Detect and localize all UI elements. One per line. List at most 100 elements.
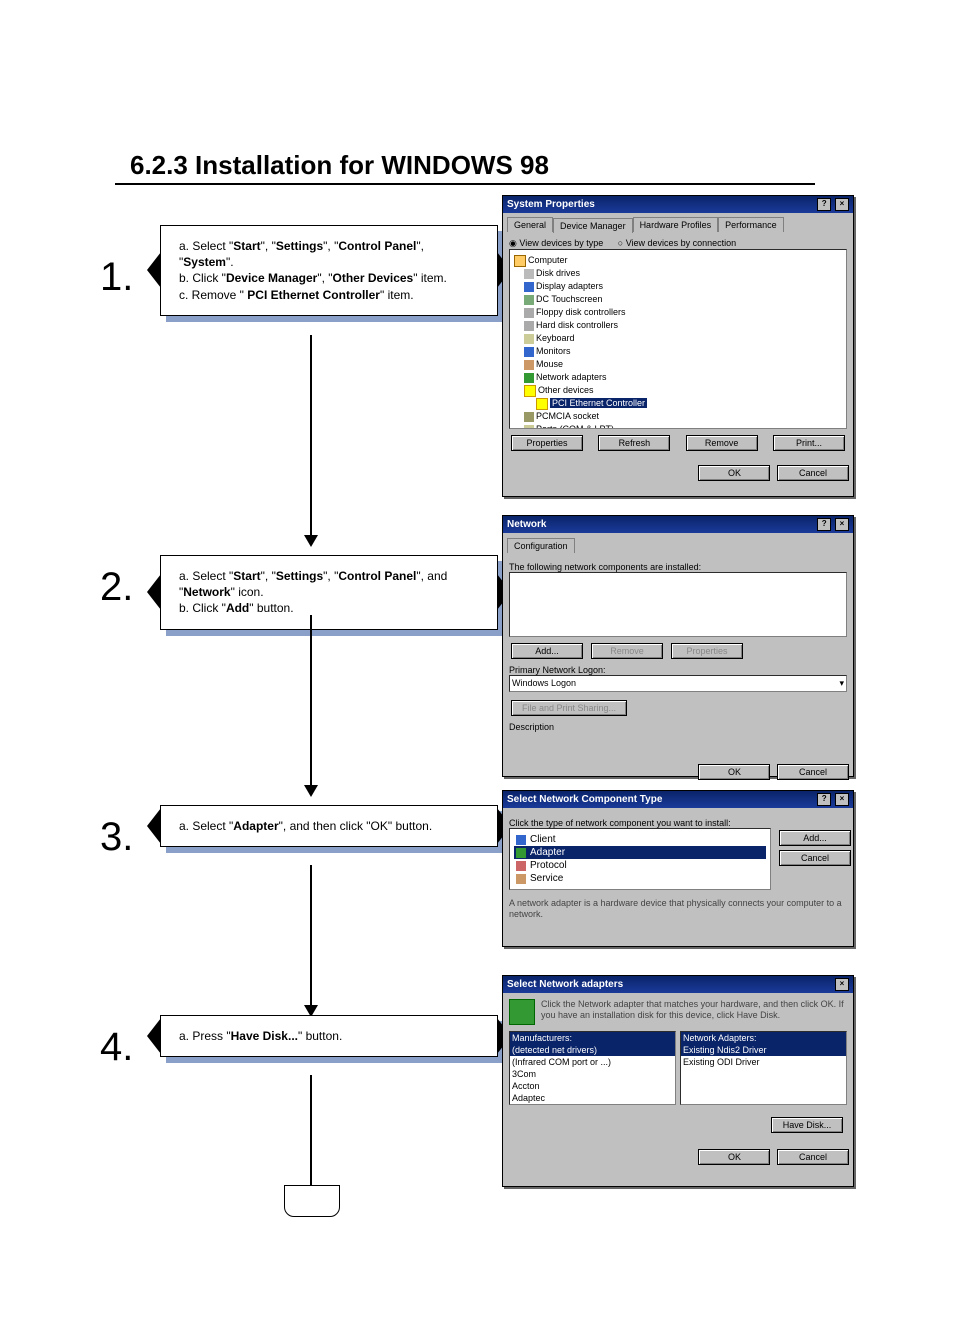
- connector-line: [310, 865, 312, 1005]
- properties-button[interactable]: Properties: [511, 435, 583, 451]
- tree-item[interactable]: Mouse: [514, 358, 842, 371]
- adapter-icon: [516, 848, 526, 858]
- tree-root: Computer: [528, 255, 568, 265]
- manufacturers-list[interactable]: Manufacturers: (detected net drivers) (I…: [509, 1031, 676, 1105]
- help-icon[interactable]: ?: [817, 518, 831, 531]
- ok-button[interactable]: OK: [698, 1149, 770, 1165]
- computer-icon: [514, 255, 526, 267]
- tab-performance[interactable]: Performance: [718, 217, 784, 232]
- list-item-protocol[interactable]: Protocol: [514, 859, 766, 872]
- list-item[interactable]: Adaptec: [510, 1092, 675, 1104]
- close-icon[interactable]: ×: [835, 518, 849, 531]
- flow-end-connector: [284, 1185, 340, 1217]
- tree-item[interactable]: Keyboard: [514, 332, 842, 345]
- list-item[interactable]: Accton: [510, 1080, 675, 1092]
- window-title: Network: [507, 519, 546, 530]
- add-button[interactable]: Add...: [779, 830, 851, 846]
- list-item[interactable]: Existing ODI Driver: [681, 1056, 846, 1068]
- refresh-button[interactable]: Refresh: [598, 435, 670, 451]
- tree-item[interactable]: Floppy disk controllers: [514, 306, 842, 319]
- tab-configuration[interactable]: Configuration: [507, 538, 575, 553]
- caption: Click the Network adapter that matches y…: [541, 999, 847, 1021]
- chevron-down-icon: ▾: [839, 678, 844, 689]
- window-title: Select Network adapters: [507, 979, 623, 990]
- step-4-box: a. Press "Have Disk..." button.: [160, 1015, 498, 1057]
- radio-view-by-type[interactable]: ◉ View devices by type: [509, 238, 603, 248]
- description-text: A network adapter is a hardware device t…: [509, 898, 847, 920]
- step-3-number: 3.: [100, 815, 133, 860]
- window-select-component-type: Select Network Component Type ? × Click …: [502, 790, 854, 947]
- components-caption: The following network components are ins…: [509, 562, 847, 572]
- tab-device-manager[interactable]: Device Manager: [553, 218, 633, 233]
- tree-item[interactable]: Ports (COM & LPT): [514, 423, 842, 429]
- adapters-header: Network Adapters:: [681, 1032, 846, 1044]
- list-item-service[interactable]: Service: [514, 872, 766, 885]
- component-list[interactable]: Client Adapter Protocol Service: [509, 828, 771, 890]
- close-icon[interactable]: ×: [835, 793, 849, 806]
- help-icon[interactable]: ?: [817, 793, 831, 806]
- step-3-box: a. Select "Adapter", and then click "OK"…: [160, 805, 498, 847]
- window-system-properties: System Properties ? × General Device Man…: [502, 195, 854, 497]
- tree-item[interactable]: Hard disk controllers: [514, 319, 842, 332]
- cancel-button[interactable]: Cancel: [777, 764, 849, 780]
- manufacturers-header: Manufacturers:: [510, 1032, 675, 1044]
- tab-hardware-profiles[interactable]: Hardware Profiles: [633, 217, 719, 232]
- window-network: Network ? × Configuration The following …: [502, 515, 854, 777]
- properties-button: Properties: [671, 643, 743, 659]
- tree-item-pci-ethernet[interactable]: PCI Ethernet Controller: [514, 397, 842, 410]
- close-icon[interactable]: ×: [835, 978, 849, 991]
- ok-button[interactable]: OK: [698, 465, 770, 481]
- title-underline: [115, 183, 815, 185]
- list-item[interactable]: 3Com: [510, 1068, 675, 1080]
- have-disk-button[interactable]: Have Disk...: [771, 1117, 843, 1133]
- tree-item[interactable]: Monitors: [514, 345, 842, 358]
- client-icon: [516, 835, 526, 845]
- step-2-box: a. Select "Start", "Settings", "Control …: [160, 555, 498, 630]
- service-icon: [516, 874, 526, 884]
- ok-button[interactable]: OK: [698, 764, 770, 780]
- tree-item[interactable]: Display adapters: [514, 280, 842, 293]
- step-4-number: 4.: [100, 1025, 133, 1070]
- cancel-button[interactable]: Cancel: [777, 1149, 849, 1165]
- tree-item[interactable]: PCMCIA socket: [514, 410, 842, 423]
- tree-item[interactable]: Network adapters: [514, 371, 842, 384]
- tab-general[interactable]: General: [507, 217, 553, 232]
- protocol-icon: [516, 861, 526, 871]
- list-item-adapter[interactable]: Adapter: [514, 846, 766, 859]
- list-item[interactable]: (Infrared COM port or ...): [510, 1056, 675, 1068]
- titlebar: System Properties ? ×: [503, 196, 853, 213]
- tree-item[interactable]: Disk drives: [514, 267, 842, 280]
- close-icon[interactable]: ×: [835, 198, 849, 211]
- help-icon[interactable]: ?: [817, 198, 831, 211]
- step-2-number: 2.: [100, 565, 133, 610]
- window-select-network-adapters: Select Network adapters × Click the Netw…: [502, 975, 854, 1187]
- file-print-sharing-button[interactable]: File and Print Sharing...: [511, 700, 627, 716]
- arrow-down-icon: [304, 785, 318, 797]
- tree-item[interactable]: DC Touchscreen: [514, 293, 842, 306]
- connector-line: [310, 615, 312, 785]
- cancel-button[interactable]: Cancel: [777, 465, 849, 481]
- primary-logon-label: Primary Network Logon:: [509, 665, 847, 675]
- tree-item[interactable]: Other devices: [514, 384, 842, 397]
- list-item-client[interactable]: Client: [514, 833, 766, 846]
- arrow-down-icon: [304, 535, 318, 547]
- add-button[interactable]: Add...: [511, 643, 583, 659]
- primary-logon-select[interactable]: Windows Logon▾: [509, 675, 847, 692]
- list-item[interactable]: Existing Ndis2 Driver: [681, 1044, 846, 1056]
- remove-button[interactable]: Remove: [686, 435, 758, 451]
- step-1-box: a. Select "Start", "Settings", "Control …: [160, 225, 498, 316]
- remove-button: Remove: [591, 643, 663, 659]
- description-label: Description: [509, 722, 847, 732]
- adapter-icon: [509, 999, 535, 1025]
- tabs: General Device Manager Hardware Profiles…: [503, 213, 853, 232]
- device-tree[interactable]: Computer Disk drives Display adapters DC…: [509, 249, 847, 429]
- list-item[interactable]: (detected net drivers): [510, 1044, 675, 1056]
- cancel-button[interactable]: Cancel: [779, 850, 851, 866]
- components-list[interactable]: [509, 572, 847, 637]
- window-title: Select Network Component Type: [507, 794, 662, 805]
- page-title: 6.2.3 Installation for WINDOWS 98: [130, 150, 914, 181]
- caption: Click the type of network component you …: [509, 818, 847, 828]
- adapters-list[interactable]: Network Adapters: Existing Ndis2 Driver …: [680, 1031, 847, 1105]
- print-button[interactable]: Print...: [773, 435, 845, 451]
- radio-view-by-connection[interactable]: ○ View devices by connection: [618, 238, 736, 248]
